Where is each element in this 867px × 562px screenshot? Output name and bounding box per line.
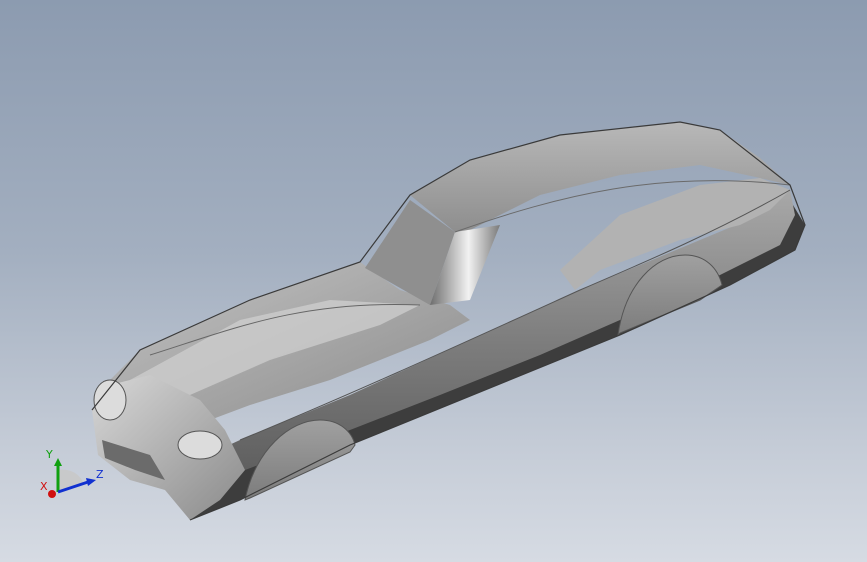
headlight-left [93,379,127,421]
triad-z-arrowhead [86,478,96,486]
triad-x-label: X [40,480,48,493]
triad-y-arrowhead [54,458,62,466]
triad-x-axis [48,490,56,498]
headlight-right [177,430,223,460]
triad-z-label: Z [96,468,104,481]
triad-y-label: Y [45,448,53,461]
car-body-model[interactable] [0,0,867,562]
graphics-viewport[interactable]: Y Z X [0,0,867,562]
view-orientation-triad[interactable]: Y Z X [36,444,108,504]
